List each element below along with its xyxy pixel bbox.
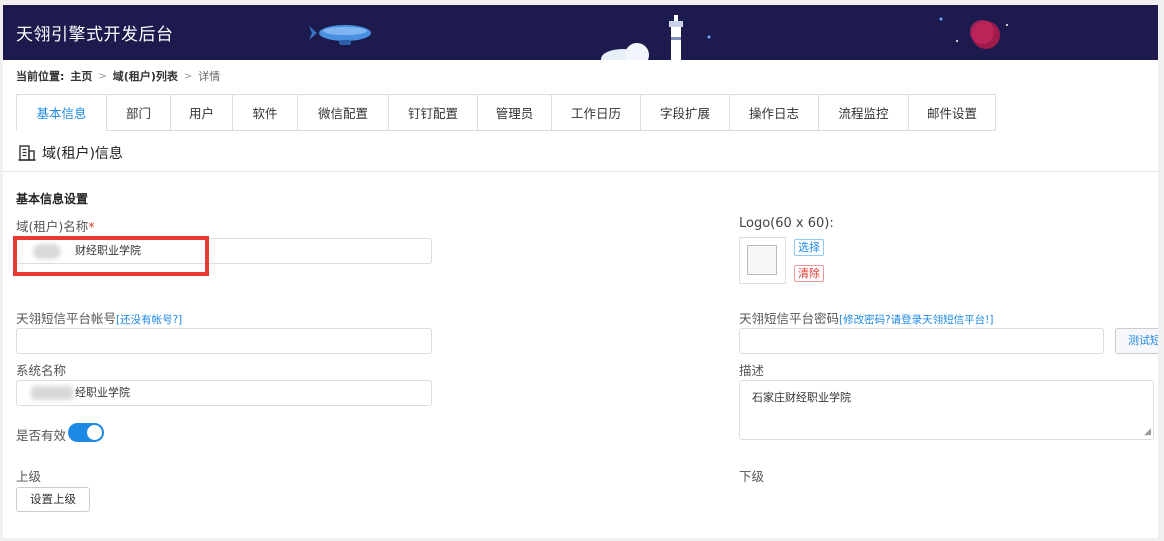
app-title: 天翎引擎式开发后台	[16, 25, 174, 45]
child-label: 下级	[739, 469, 765, 484]
sms-password-label-text: 天翎短信平台密码	[739, 311, 840, 326]
active-toggle[interactable]	[68, 423, 104, 442]
test-sms-button[interactable]: 测试短信	[1115, 328, 1158, 354]
logo-clear-button[interactable]: 清除	[794, 265, 824, 282]
tab-users[interactable]: 用户	[170, 94, 232, 131]
description-textarea[interactable]: 石家庄财经职业学院 ◢	[739, 380, 1154, 440]
tab-wechat-config[interactable]: 微信配置	[297, 94, 388, 131]
resize-grip-icon[interactable]: ◢	[1144, 428, 1151, 437]
parent-label: 上级	[16, 469, 42, 484]
tab-bar: 基本信息 部门 用户 软件 微信配置 钉钉配置 管理员 工作日历 字段扩展 操作…	[16, 94, 996, 131]
section-divider	[3, 171, 1158, 172]
sms-account-label: 天翎短信平台帐号[还没有帐号?]	[16, 308, 182, 327]
sms-account-signup-link[interactable]: [还没有帐号?]	[116, 314, 182, 326]
sms-password-change-link[interactable]: [修改密码?请登录天翎短信平台!]	[839, 314, 993, 326]
section-header: 域(租户)信息	[18, 143, 123, 163]
building-icon	[18, 145, 36, 161]
description-label: 描述	[739, 363, 765, 378]
tab-operation-log[interactable]: 操作日志	[729, 94, 818, 131]
sms-account-input[interactable]	[16, 328, 432, 354]
tab-admins[interactable]: 管理员	[477, 94, 551, 131]
breadcrumb-home-link[interactable]: 主页	[70, 68, 92, 84]
tab-departments[interactable]: 部门	[106, 94, 170, 131]
tab-field-extension[interactable]: 字段扩展	[640, 94, 729, 131]
lighthouse-illustration	[601, 15, 711, 60]
required-marker: *	[88, 219, 95, 234]
planet-illustration	[939, 17, 1008, 49]
breadcrumb: 当前位置: 主页 > 域(租户)列表 > 详情	[16, 68, 220, 84]
tab-mail-settings[interactable]: 邮件设置	[908, 94, 996, 131]
section-title: 域(租户)信息	[42, 146, 123, 162]
tab-basic-info[interactable]: 基本信息	[16, 94, 106, 131]
blimp-illustration	[309, 25, 371, 45]
sms-password-input[interactable]	[739, 328, 1104, 354]
redaction-blur	[31, 386, 73, 400]
tab-dingtalk-config[interactable]: 钉钉配置	[388, 94, 477, 131]
highlight-annotation	[13, 236, 209, 276]
sms-account-label-text: 天翎短信平台帐号	[16, 311, 117, 326]
domain-name-label-text: 域(租户)名称	[16, 219, 89, 234]
set-parent-button[interactable]: 设置上级	[16, 487, 90, 512]
logo-label: Logo(60 x 60):	[739, 216, 834, 231]
breadcrumb-list-link[interactable]: 域(租户)列表	[113, 68, 178, 84]
breadcrumb-label: 当前位置:	[16, 70, 65, 83]
active-label: 是否有效	[16, 428, 67, 443]
logo-preview	[739, 237, 786, 284]
breadcrumb-current: 详情	[198, 70, 221, 83]
tab-process-monitor[interactable]: 流程监控	[818, 94, 908, 131]
breadcrumb-separator-icon: >	[98, 70, 107, 82]
system-name-input[interactable]: 经职业学院	[16, 380, 432, 406]
section-subtitle: 基本信息设置	[16, 192, 89, 206]
broken-image-icon	[747, 245, 777, 275]
tab-work-calendar[interactable]: 工作日历	[551, 94, 640, 131]
breadcrumb-separator-icon: >	[183, 70, 193, 82]
logo-choose-button[interactable]: 选择	[794, 239, 824, 256]
description-text: 石家庄财经职业学院	[752, 391, 851, 404]
sms-password-label: 天翎短信平台密码[修改密码?请登录天翎短信平台!]	[739, 308, 994, 327]
app-header: 天翎引擎式开发后台	[3, 5, 1158, 60]
tab-software[interactable]: 软件	[232, 94, 297, 131]
system-name-label: 系统名称	[16, 363, 67, 378]
page-frame: 天翎引擎式开发后台 当前位置: 主页 > 域(租户)列表 > 详情 基本信息 部…	[3, 5, 1158, 538]
toggle-knob	[87, 425, 102, 440]
domain-name-label: 域(租户)名称*	[16, 216, 95, 235]
